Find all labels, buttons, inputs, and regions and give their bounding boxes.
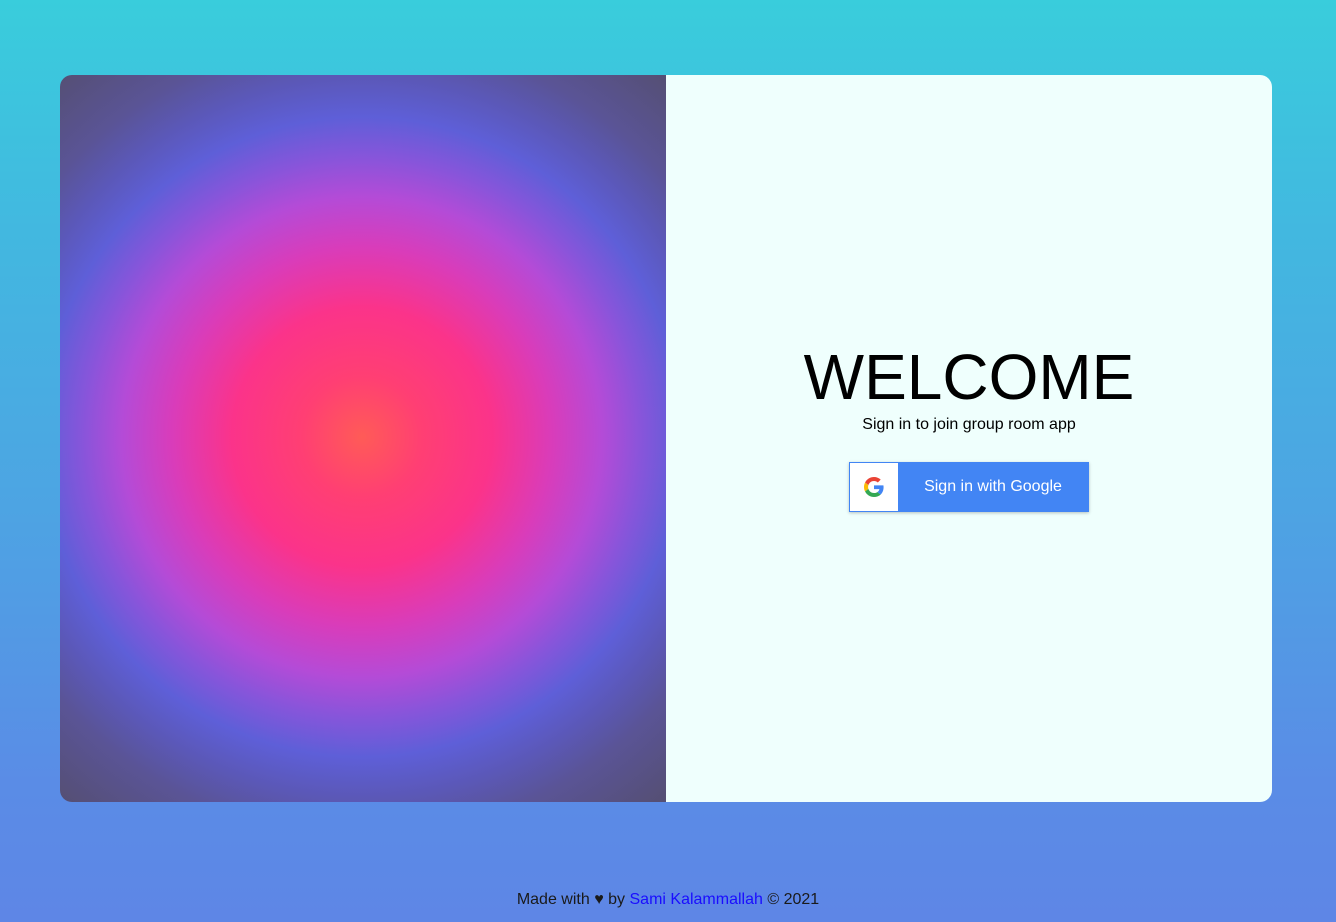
gradient-art-panel	[60, 75, 666, 802]
login-card: WELCOME Sign in to join group room app S…	[60, 75, 1272, 802]
google-g-icon	[864, 477, 884, 497]
welcome-subtitle: Sign in to join group room app	[862, 416, 1076, 433]
signin-panel: WELCOME Sign in to join group room app S…	[666, 75, 1272, 802]
footer-copyright: © 2021	[767, 891, 820, 908]
author-link[interactable]: Sami Kalammallah	[630, 891, 763, 908]
heart-icon: ♥	[594, 891, 604, 908]
google-icon-container	[850, 463, 898, 511]
footer-prefix: Made with	[516, 891, 590, 908]
footer-by: by	[608, 891, 626, 908]
google-signin-label: Sign in with Google	[924, 478, 1062, 495]
google-signin-button[interactable]: Sign in with Google	[849, 462, 1089, 512]
footer: Made with ♥ by Sami Kalammallah © 2021	[0, 889, 1336, 911]
welcome-title: WELCOME	[803, 341, 1135, 413]
